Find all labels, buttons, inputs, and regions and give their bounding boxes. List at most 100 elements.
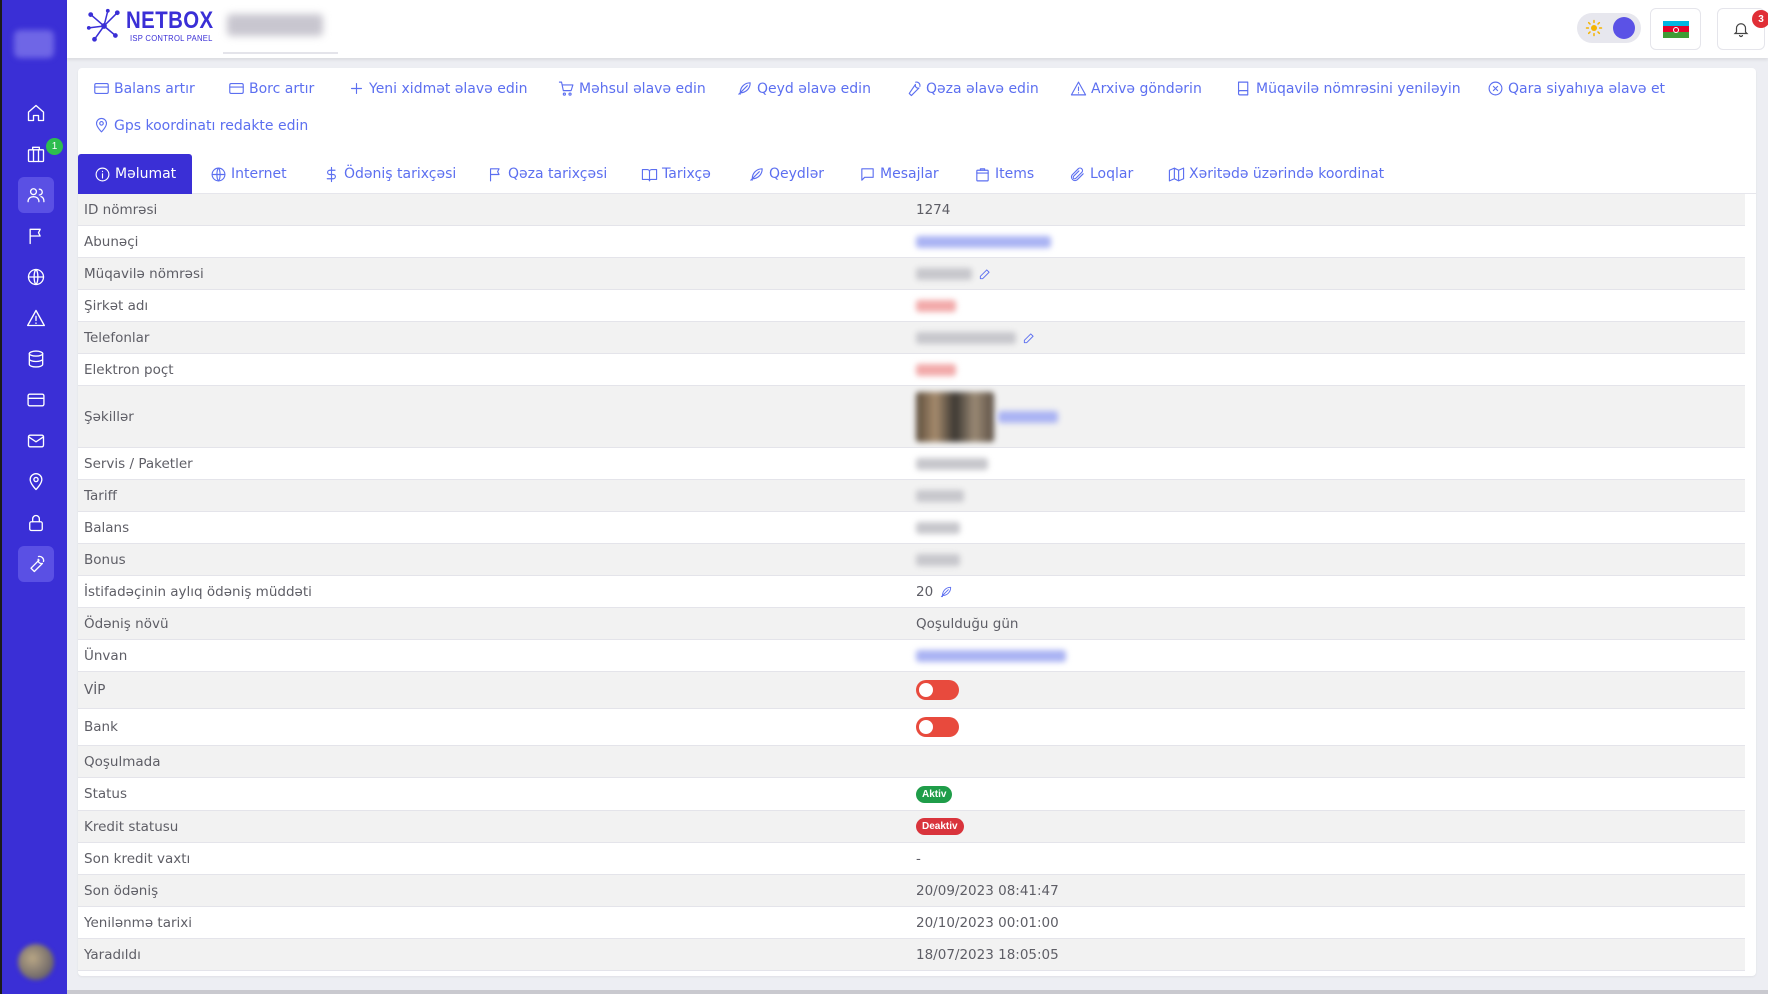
row-value: [916, 680, 959, 700]
bell-icon: [1733, 23, 1749, 38]
theme-toggle[interactable]: [1577, 13, 1641, 43]
tab-items[interactable]: Items: [974, 154, 1034, 194]
table-row: Yaradıldı 18/07/2023 18:05:05: [78, 939, 1745, 971]
tab-bar: Məlumat Internet Ödəniş tarixçəsi Qəza t…: [78, 154, 1756, 194]
photos-value[interactable]: [916, 391, 1058, 442]
netbox-logo[interactable]: NETBOX ISP CONTROL PANEL: [85, 6, 229, 46]
database-icon[interactable]: [18, 341, 54, 377]
top-header: NETBOX ISP CONTROL PANEL 3: [67, 0, 1768, 58]
row-label: Status: [84, 786, 128, 802]
tab-notes[interactable]: Qeydlər: [748, 154, 824, 194]
row-label: Yenilənmə tarixi: [84, 914, 193, 931]
home-icon[interactable]: [18, 95, 54, 131]
toggle-knob: [1613, 17, 1635, 39]
card-icon: [94, 82, 109, 95]
add-service-action[interactable]: Yeni xidmət əlavə edin: [348, 80, 527, 97]
card-icon[interactable]: [18, 382, 54, 418]
language-button[interactable]: [1650, 8, 1701, 50]
credit-status-badge: Deaktiv: [916, 818, 964, 835]
logo-name: NETBOX: [126, 7, 214, 34]
x-circle-icon: [1488, 81, 1503, 96]
table-row: VİP: [78, 672, 1745, 709]
balance-increase-action[interactable]: Balans artır: [93, 80, 195, 97]
mail-icon[interactable]: [18, 423, 54, 459]
feather-icon: [750, 167, 763, 181]
tab-map-coordinates[interactable]: Xəritədə üzərində koordinat: [1168, 154, 1384, 194]
avatar[interactable]: [18, 944, 54, 980]
tab-logs[interactable]: Loqlar: [1069, 154, 1133, 194]
bottom-strip: [67, 990, 1768, 994]
email-value: [916, 363, 956, 376]
globe-icon[interactable]: [18, 259, 54, 295]
flag-icon: [489, 167, 500, 181]
warning-icon[interactable]: [18, 300, 54, 336]
company-value: [916, 299, 956, 312]
lock-icon[interactable]: [18, 505, 54, 541]
edit-gps-action[interactable]: Gps koordinatı redakte edin: [93, 117, 308, 134]
row-value: -: [916, 850, 921, 867]
tab-internet[interactable]: Internet: [210, 154, 287, 194]
archive-action[interactable]: Arxivə göndərin: [1070, 80, 1202, 97]
bank-toggle[interactable]: [916, 717, 959, 737]
row-label: Bonus: [84, 551, 126, 568]
debt-increase-action[interactable]: Borc artır: [228, 80, 314, 97]
tab-incident-history[interactable]: Qəza tarixçəsi: [487, 154, 607, 194]
table-row: İstifadəçinin aylıq ödəniş müddəti 20: [78, 576, 1745, 608]
row-label: Balans: [84, 519, 130, 536]
users-icon[interactable]: [18, 177, 54, 213]
table-row: Kredit statusu Deaktiv: [78, 811, 1745, 843]
flag-icon[interactable]: [18, 218, 54, 254]
edit-icon[interactable]: [978, 267, 992, 281]
row-label: Telefonlar: [84, 329, 150, 346]
globe-icon: [211, 167, 226, 181]
table-row: Telefonlar: [78, 322, 1745, 354]
row-label: Qoşulmada: [84, 753, 161, 770]
update-contract-action[interactable]: Müqavilə nömrəsini yeniləyin: [1235, 80, 1461, 97]
table-row: Ünvan: [78, 640, 1745, 672]
edit-icon[interactable]: [1022, 331, 1036, 345]
row-label: Şəkillər: [84, 408, 134, 425]
row-label: Ünvan: [84, 647, 128, 664]
wrench-icon[interactable]: [18, 546, 54, 582]
table-row: Şirkət adı: [78, 290, 1745, 322]
customer-photo[interactable]: [916, 391, 994, 442]
pin-icon: [95, 117, 108, 133]
tab-history[interactable]: Tarixçə: [641, 154, 711, 194]
row-label: Yaradıldı: [84, 946, 141, 963]
subscriber-link[interactable]: [916, 235, 1051, 248]
tab-payment-history[interactable]: Ödəniş tarixçəsi: [323, 154, 456, 194]
phones-value: [916, 331, 1036, 345]
bag-icon: [976, 167, 989, 181]
wrench-icon: [908, 81, 921, 97]
address-link[interactable]: [916, 649, 1066, 662]
row-label: ID nömrəsi: [84, 201, 158, 218]
row-label: Müqavilə nömrəsi: [84, 265, 204, 282]
add-note-action[interactable]: Qeyd əlavə edin: [736, 80, 871, 97]
sidebar-logo[interactable]: [14, 30, 54, 58]
network-logo-icon: [86, 8, 120, 42]
info-table: ID nömrəsi 1274 Abunəçi Müqavilə nömrəsi…: [78, 194, 1745, 971]
table-row: Servis / Paketler: [78, 448, 1745, 480]
balance-value: [916, 521, 960, 534]
location-icon[interactable]: [18, 464, 54, 500]
status-badge: Aktiv: [916, 785, 953, 803]
vip-toggle[interactable]: [916, 680, 959, 700]
card-icon: [229, 82, 244, 95]
row-label: Servis / Paketler: [84, 455, 193, 472]
table-row: Abunəçi: [78, 226, 1745, 258]
tab-messages[interactable]: Mesajlar: [859, 154, 939, 194]
row-value: [916, 717, 959, 737]
row-label: Son ödəniş: [84, 882, 159, 899]
payment-type-value: Qoşulduğu gün: [916, 615, 1019, 632]
add-product-action[interactable]: Məhsul əlavə edin: [558, 80, 706, 97]
table-row: Tariff: [78, 480, 1745, 512]
row-label: Tariff: [84, 487, 117, 504]
row-label: VİP: [84, 682, 106, 698]
add-incident-action[interactable]: Qəza əlavə edin: [905, 80, 1039, 97]
feather-edit-icon[interactable]: [939, 585, 953, 599]
tab-info[interactable]: Məlumat: [78, 154, 193, 194]
table-row: Bonus: [78, 544, 1745, 576]
blacklist-action[interactable]: Qara siyahıya əlavə et: [1487, 80, 1665, 97]
tariff-value: [916, 489, 964, 502]
book-icon: [1237, 81, 1249, 96]
